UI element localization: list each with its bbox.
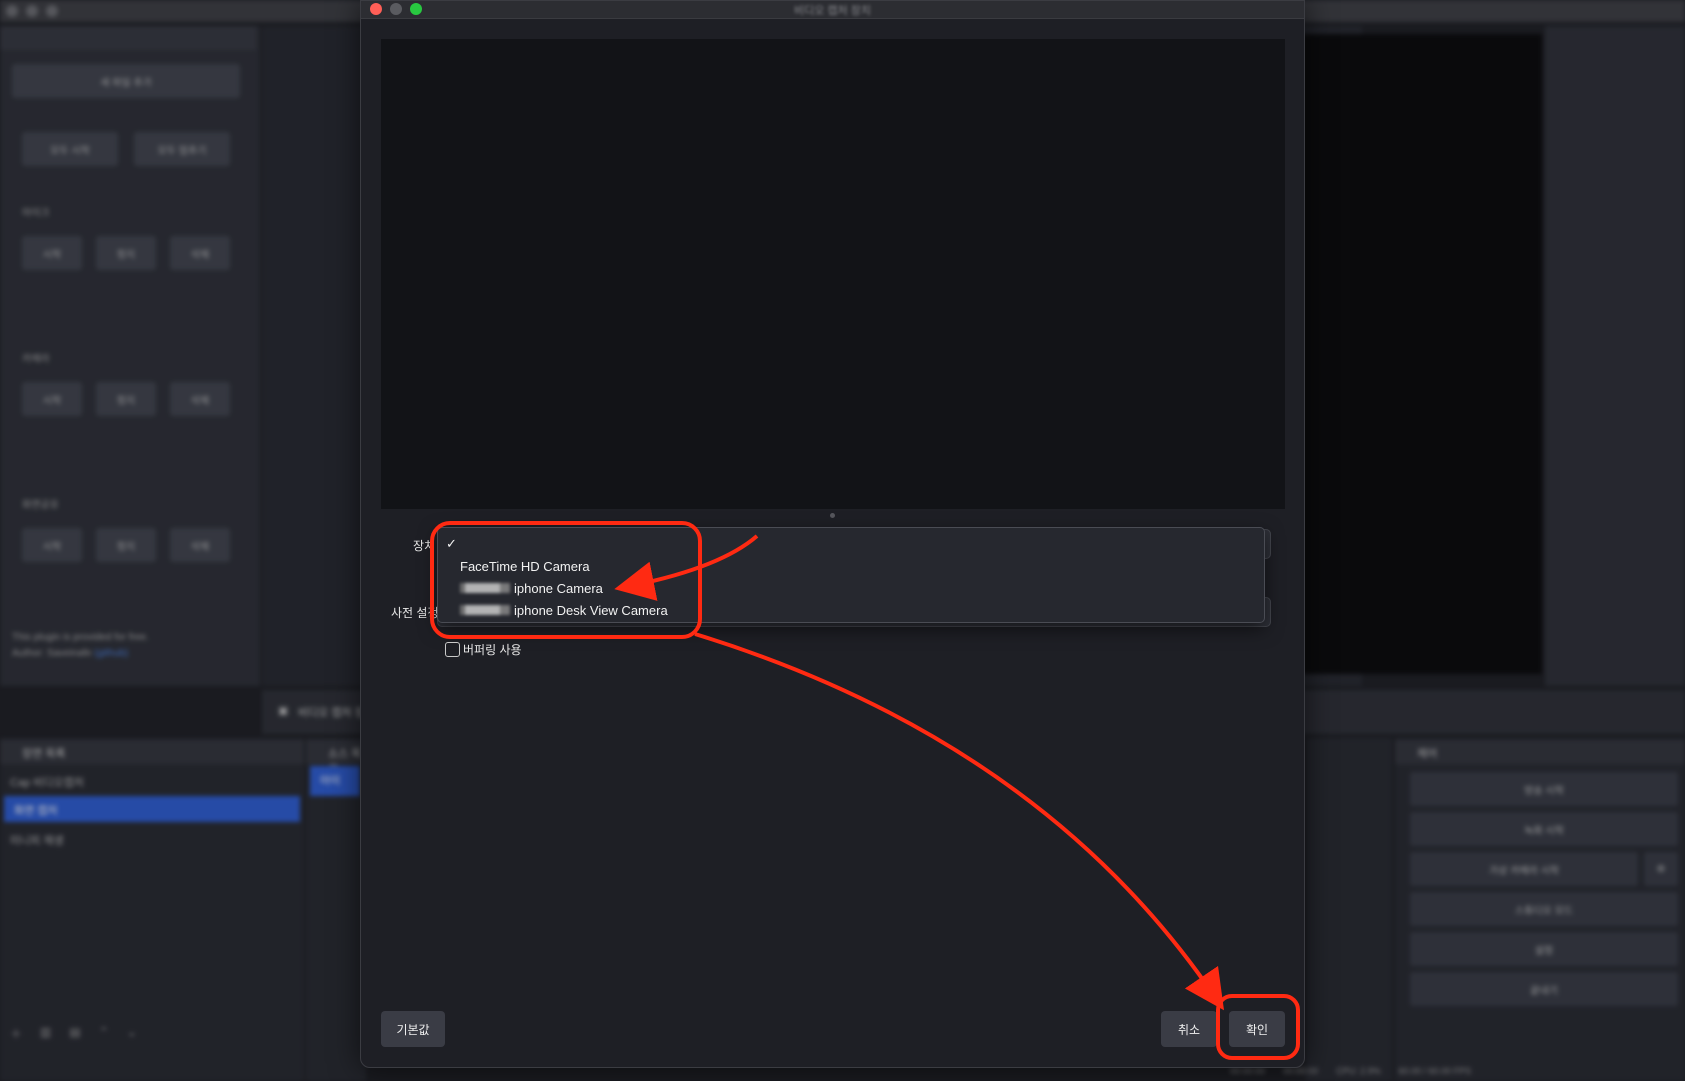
screen-stop-button[interactable]: 정지 xyxy=(96,528,156,562)
add-icon[interactable]: ＋ xyxy=(10,1025,22,1045)
plugin-panel-header xyxy=(0,26,256,50)
buffering-label: 버퍼링 사용 xyxy=(463,643,522,657)
settings-button[interactable]: 설정 xyxy=(1410,932,1678,966)
bg-window-dot xyxy=(6,5,18,17)
plugin-link[interactable]: (github) xyxy=(94,648,128,659)
camera-icon: ▣ xyxy=(278,705,289,717)
start-virtual-camera-button[interactable]: 가상 카메라 시작 xyxy=(1410,852,1638,886)
camera-delete-button[interactable]: 삭제 xyxy=(170,382,230,416)
dropdown-item-label: FaceTime HD Camera xyxy=(460,558,590,574)
bg-window-dot xyxy=(26,5,38,17)
preset-label: 사전 설정 xyxy=(391,606,439,620)
device-label: 장치 xyxy=(413,539,436,553)
checkmark-icon: ✓ xyxy=(446,536,457,551)
source-preview xyxy=(381,39,1285,509)
dropdown-item-label: iphone Camera xyxy=(514,580,603,596)
redacted-device-name xyxy=(460,605,510,615)
preview-canvas xyxy=(1300,34,1542,674)
down-arrow-icon[interactable]: ⌄ xyxy=(127,1025,137,1045)
dropdown-item-facetime[interactable]: FaceTime HD Camera xyxy=(460,556,590,576)
buffering-checkbox[interactable] xyxy=(445,642,460,657)
section-label-camera: 카메라 xyxy=(22,354,50,365)
screen-delete-button[interactable]: 삭제 xyxy=(170,528,230,562)
sources-header: 소스 목록 xyxy=(306,740,366,776)
trash-icon[interactable]: ▥ xyxy=(40,1025,51,1045)
filter-icon[interactable]: ▤ xyxy=(69,1025,80,1045)
plugin-note: This plugin is provided for free. Author… xyxy=(12,630,149,662)
splitter-handle[interactable] xyxy=(830,513,835,518)
start-streaming-button[interactable]: 방송 시작 xyxy=(1410,772,1678,806)
dropdown-item-label: iphone Desk View Camera xyxy=(514,602,668,618)
defaults-button[interactable]: 기본값 xyxy=(381,1011,445,1047)
section-label-mic: 마이크 xyxy=(22,208,50,219)
device-dropdown-menu: ✓ FaceTime HD Camera iphone Camera iphon… xyxy=(437,527,1265,623)
cpu-usage: CPU: 2.9% xyxy=(1336,1065,1381,1076)
scene-item[interactable]: Cap 비디오캡처 xyxy=(0,768,300,794)
exit-button[interactable]: 끝내기 xyxy=(1410,972,1678,1006)
bg-window-dot xyxy=(46,5,58,17)
mic-delete-button[interactable]: 삭제 xyxy=(170,236,230,270)
dialog-title: 비디오 캡처 장치 xyxy=(794,5,871,17)
fps-readout: 60.00 / 60.00 FPS xyxy=(1398,1065,1472,1076)
buffering-option[interactable]: 버퍼링 사용 xyxy=(445,641,522,658)
section-label-screen: 화면공유 xyxy=(22,500,59,511)
plugin-author: Author: Saveinafe xyxy=(12,648,92,659)
plugin-note-text: This plugin is provided for free. xyxy=(12,632,149,643)
camera-start-button[interactable]: 시작 xyxy=(22,382,82,416)
mic-stop-button[interactable]: 정지 xyxy=(96,236,156,270)
redacted-device-name xyxy=(460,583,510,593)
controls-header: 제어 xyxy=(1395,740,1685,764)
start-recording-button[interactable]: 녹화 시작 xyxy=(1410,812,1678,846)
stop-all-button[interactable]: 모두 멈추기 xyxy=(134,132,230,166)
dropdown-item-iphone-desk-view[interactable]: iphone Desk View Camera xyxy=(460,600,668,620)
add-file-button[interactable]: 새 파일 추가 xyxy=(12,64,240,98)
mic-start-button[interactable]: 시작 xyxy=(22,236,82,270)
scenes-header: 장면 목록 xyxy=(0,740,304,764)
right-panel xyxy=(1545,26,1685,686)
dialog-titlebar: 비디오 캡처 장치 xyxy=(361,1,1304,19)
mixer-dock xyxy=(1306,738,1392,1081)
ok-button[interactable]: 확인 xyxy=(1229,1011,1285,1047)
scenes-footer: ＋ ▥ ▤ ⌃ ⌄ xyxy=(10,1025,137,1045)
up-arrow-icon[interactable]: ⌃ xyxy=(99,1025,109,1045)
scene-item[interactable]: 미니피 재생 xyxy=(0,826,300,852)
start-all-button[interactable]: 모두 시작 xyxy=(22,132,118,166)
screen-start-button[interactable]: 시작 xyxy=(22,528,82,562)
scene-item-selected[interactable]: 화면 캡처 xyxy=(4,796,300,822)
studio-mode-button[interactable]: 스튜디오 모드 xyxy=(1410,892,1678,926)
properties-dialog: 비디오 캡처 장치 장치 사전 설정 ✓ FaceTime HD Camera … xyxy=(360,0,1305,1068)
dropdown-item-iphone-camera[interactable]: iphone Camera xyxy=(460,578,603,598)
camera-stop-button[interactable]: 정지 xyxy=(96,382,156,416)
source-item-selected[interactable]: 아이 xyxy=(310,766,360,796)
gear-icon[interactable]: ⚙ xyxy=(1644,852,1678,886)
cancel-button[interactable]: 취소 xyxy=(1161,1011,1217,1047)
